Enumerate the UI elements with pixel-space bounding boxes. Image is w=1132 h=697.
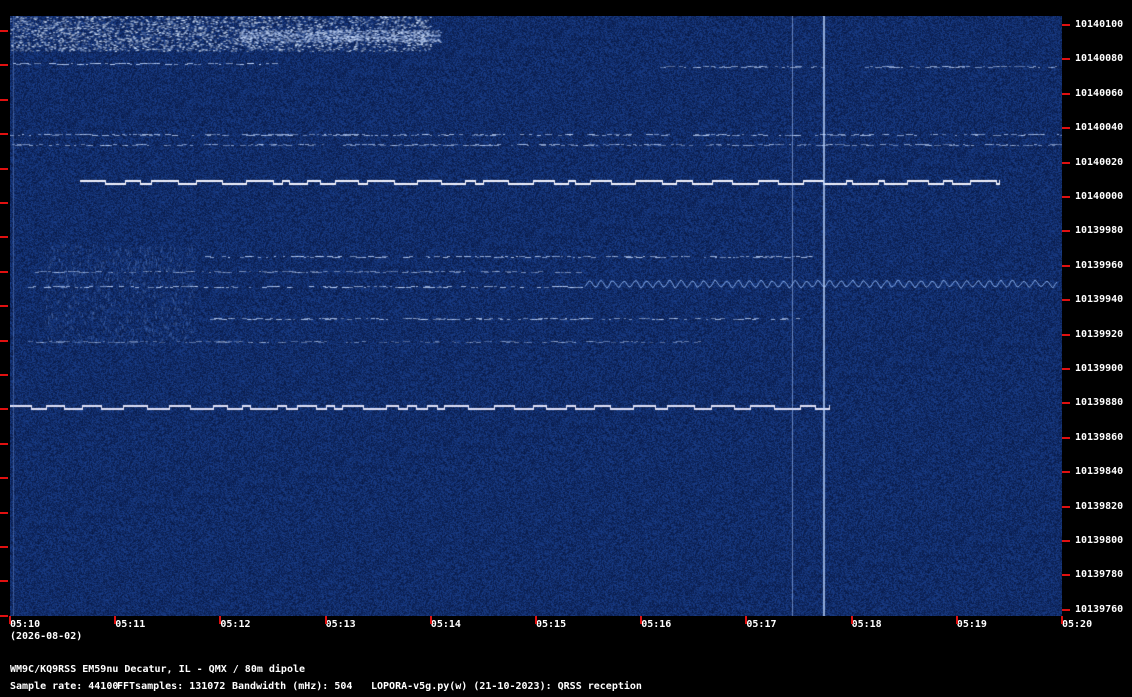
- frequency-tick-right: [1062, 368, 1070, 370]
- frequency-tick-right: [1062, 161, 1070, 164]
- frequency-label: 10139880: [1075, 397, 1124, 409]
- time-label: 05:12: [220, 619, 251, 630]
- software-version: LOPORA-v5g.py(w) (21-10-2023): QRSS rece…: [371, 681, 642, 692]
- frequency-tick-left: [0, 614, 8, 617]
- frequency-tick-left: [0, 442, 8, 445]
- frequency-tick-right: [1062, 574, 1070, 577]
- frequency-label: 10139820: [1075, 500, 1124, 512]
- frequency-label: 10140060: [1075, 87, 1124, 99]
- frequency-tick-left: [0, 374, 8, 376]
- time-label: 05:15: [536, 619, 567, 630]
- frequency-label: 10140020: [1075, 156, 1124, 168]
- time-label: 05:18: [851, 619, 882, 630]
- frequency-label: 10140080: [1075, 53, 1124, 65]
- sample-rate: Sample rate: 44100: [10, 681, 119, 692]
- frequency-tick-right: [1062, 230, 1070, 233]
- frequency-tick-right: [1062, 540, 1070, 542]
- frequency-tick-left: [0, 64, 8, 67]
- frequency-label: 10139980: [1075, 225, 1124, 237]
- frequency-tick-right: [1062, 92, 1070, 95]
- frequency-tick-right: [1062, 471, 1070, 474]
- frequency-tick-right: [1062, 127, 1070, 130]
- frequency-tick-left: [0, 30, 8, 32]
- frequency-tick-left: [0, 305, 8, 308]
- time-tick: [114, 616, 117, 624]
- time-tick: [1061, 616, 1063, 624]
- frequency-tick-left: [0, 133, 8, 136]
- frequency-tick-right: [1062, 505, 1070, 508]
- frequency-tick-right: [1062, 299, 1070, 302]
- frequency-tick-left: [0, 580, 8, 583]
- frequency-tick-right: [1062, 402, 1070, 405]
- fft-samples: FFTsamples: 131072: [117, 681, 226, 692]
- frequency-label: 10139860: [1075, 431, 1124, 443]
- time-tick: [324, 616, 327, 624]
- frequency-tick-left: [0, 236, 8, 239]
- time-tick: [219, 616, 222, 624]
- frequency-tick-left: [0, 511, 8, 514]
- time-tick: [955, 616, 958, 624]
- time-tick: [9, 616, 11, 624]
- time-label: 05:13: [325, 619, 356, 630]
- time-label: 05:20: [1062, 619, 1093, 630]
- time-label: 05:17: [746, 619, 777, 630]
- frequency-tick-left: [0, 408, 8, 411]
- frequency-tick-left: [0, 477, 8, 480]
- time-label: 05:11: [115, 619, 146, 630]
- frequency-tick-right: [1062, 608, 1070, 611]
- frequency-label: 10139940: [1075, 294, 1124, 306]
- time-label: 05:10: [10, 619, 41, 630]
- frequency-tick-right: [1062, 24, 1070, 26]
- time-tick: [640, 616, 643, 624]
- frequency-label: 10139900: [1075, 363, 1124, 374]
- frequency-tick-right: [1062, 58, 1070, 61]
- frequency-tick-left: [0, 98, 8, 101]
- frequency-tick-left: [0, 167, 8, 170]
- frequency-label: 10139960: [1075, 259, 1124, 271]
- frequency-tick-left: [0, 270, 8, 273]
- frequency-tick-right: [1062, 333, 1070, 336]
- station-info: WM9C/KQ9RSS EM59nu Decatur, IL - QMX / 8…: [10, 664, 306, 675]
- frequency-tick-left: [0, 202, 8, 204]
- frequency-tick-right: [1062, 196, 1070, 198]
- frequency-label: 10139920: [1075, 328, 1124, 340]
- time-tick: [535, 616, 537, 624]
- frequency-label: 10140040: [1075, 122, 1124, 134]
- frequency-label: 10139760: [1075, 603, 1124, 615]
- frequency-tick-left: [0, 339, 8, 342]
- bandwidth: Bandwidth (mHz): 504: [232, 681, 353, 692]
- time-tick: [429, 616, 432, 624]
- time-label: 05:16: [641, 619, 672, 630]
- time-label: 05:14: [430, 619, 461, 630]
- date-label: (2026-08-02): [10, 631, 83, 642]
- frequency-label: 10139840: [1075, 466, 1124, 478]
- frequency-label: 10139780: [1075, 569, 1124, 581]
- frequency-tick-right: [1062, 436, 1070, 439]
- time-tick: [745, 616, 748, 624]
- time-tick: [850, 616, 853, 624]
- frequency-label: 10140100: [1075, 19, 1124, 30]
- time-label: 05:19: [956, 619, 987, 630]
- frequency-label: 10140000: [1075, 191, 1124, 202]
- frequency-label: 10139800: [1075, 535, 1124, 546]
- spectrogram-waterfall: [10, 16, 1062, 616]
- frequency-tick-left: [0, 546, 8, 548]
- frequency-tick-right: [1062, 264, 1070, 267]
